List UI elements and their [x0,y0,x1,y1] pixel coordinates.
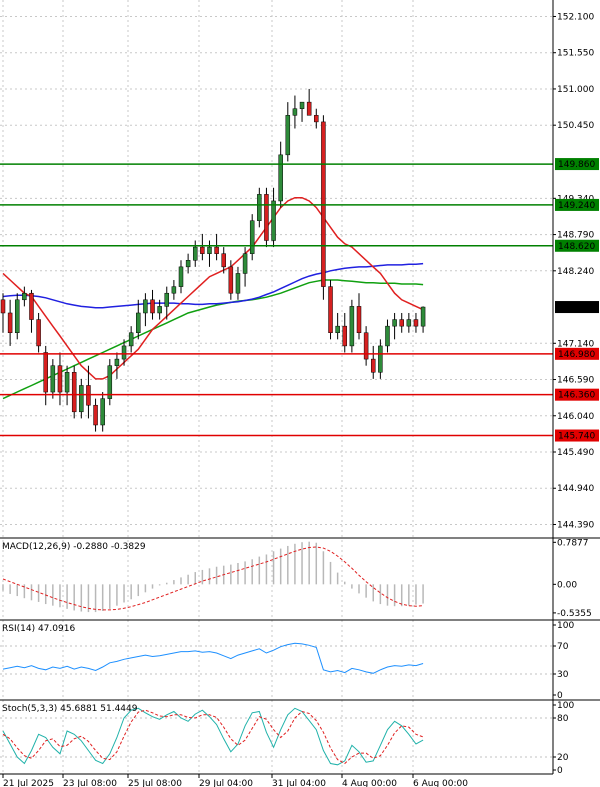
price-axis-label: 147.140 [557,339,594,349]
candle-body [121,345,127,360]
candle-body [214,246,219,254]
price-axis-label: 146.590 [557,376,594,386]
candle-body [228,266,234,294]
candle-body [150,299,155,314]
price-axis-label: 144.390 [557,520,594,530]
time-axis-label: 29 Jul 04:00 [199,779,253,787]
current-price-label: 147.690 [558,303,595,313]
candle-body [128,332,134,347]
candle-body [299,101,305,109]
resistance-level-price-label: 149.240 [558,201,595,211]
trading-chart[interactable]: 152.100151.550151.000150.450149.340148.7… [0,0,600,787]
candle-body [192,246,198,261]
candle-body [306,101,312,116]
candle-body [264,194,269,241]
stoch-axis-label: 80 [557,714,569,724]
candle-body [406,319,412,327]
price-axis-label: 148.240 [557,267,594,277]
candle-body [271,200,276,241]
price-axis-label: 150.450 [557,121,594,131]
candle-body [64,372,70,393]
candle-body [242,253,248,274]
candle-body [221,253,226,268]
candle-body [356,306,362,333]
candle-body [335,325,340,333]
macd-axis-label: 0.00 [557,580,577,590]
candle-body [370,358,376,373]
price-axis-label: 151.000 [557,85,594,95]
candle-body [57,365,63,393]
candle-body [79,385,84,413]
time-axis-label: 6 Aug 00:00 [413,779,468,787]
candle-body [14,299,20,333]
candle-body [378,345,383,373]
support-level-price-label: 146.360 [558,391,595,401]
candle-body [43,352,48,393]
candle-body [114,358,120,366]
candle-body [93,404,98,426]
resistance-level-price-label: 149.860 [558,160,595,170]
candle-body [22,292,27,301]
candle-body [71,372,77,413]
candle-body [143,299,148,314]
candle-body [136,312,141,333]
stoch-axis-label: 20 [557,753,569,763]
rsi-axis-label: 100 [557,621,574,631]
time-axis-label: 31 Jul 04:00 [272,779,326,787]
candle-body [420,306,426,327]
candle-body [171,286,177,294]
resistance-level-price-label: 148.620 [558,242,595,252]
price-axis-label: 145.490 [557,448,594,458]
stoch-axis-label: 100 [557,701,574,711]
candle-body [385,325,390,347]
candle-body [0,299,6,314]
candle-body [7,312,13,333]
stoch-label: Stoch(5,3,3) 45.6881 51.4449 [2,704,138,714]
price-axis-label: 152.100 [557,12,594,22]
candle-body [399,319,404,327]
support-level-price-label: 146.980 [558,350,595,360]
rsi-axis-label: 30 [557,670,569,680]
candle-body [107,365,113,399]
candle-body [29,292,34,320]
candle-body [292,108,298,116]
macd-axis-label: -0.5355 [557,609,592,619]
candle-body [349,306,355,347]
price-axis-label: 146.040 [557,412,594,422]
candle-body [235,273,241,294]
candle-body [278,154,283,202]
macd-axis-label: 0.7877 [557,538,589,548]
candle-body [249,220,255,254]
candle-body [413,319,419,327]
candle-body [363,332,369,360]
candle-body [185,260,191,268]
candle-body [314,115,319,123]
candle-body [164,292,170,307]
candle-body [328,286,333,333]
price-axis-label: 144.940 [557,484,594,494]
rsi-axis-label: 70 [557,642,569,652]
candle-body [257,194,262,221]
candle-body [50,365,56,393]
stoch-axis-label: 0 [557,766,563,776]
rsi-label: RSI(14) 47.0916 [2,624,75,634]
time-axis-label: 25 Jul 08:00 [128,779,182,787]
price-axis-label: 148.790 [557,231,594,241]
candle-body [342,325,348,347]
candle-body [207,246,212,254]
candle-body [392,319,397,327]
support-level-price-label: 145.740 [558,432,595,442]
macd-label: MACD(12,26,9) -0.2880 -0.3829 [2,542,146,552]
candle-body [157,306,162,314]
candle-body [178,266,184,287]
candle-body [200,246,205,254]
time-axis-label: 21 Jul 2025 [3,779,54,787]
candle-body [285,115,291,156]
candle-body [36,319,41,347]
time-axis-label: 4 Aug 00:00 [342,779,397,787]
candle-body [100,398,105,426]
price-axis-label: 151.550 [557,49,594,59]
time-axis-label: 23 Jul 08:00 [63,779,117,787]
